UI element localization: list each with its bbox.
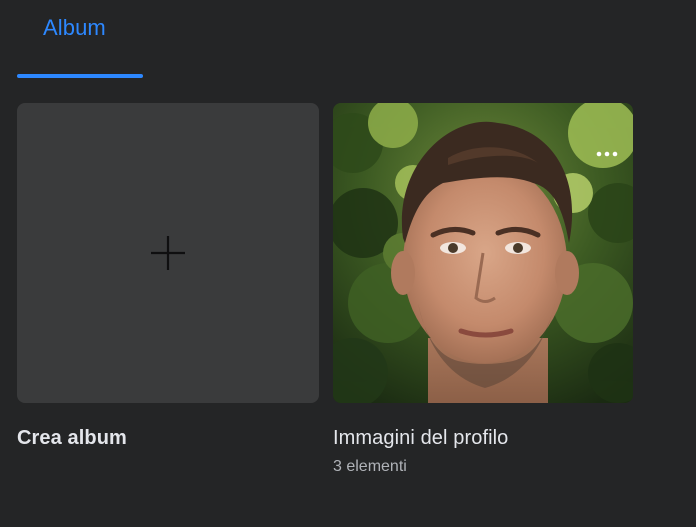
create-album-tile[interactable] [17,103,319,403]
profile-album-title[interactable]: Immagini del profilo [333,427,635,450]
albums-page: Album Crea album Immagini del profilo 3 … [0,0,696,527]
portrait-photo [333,103,633,403]
tab-active-indicator [17,74,143,78]
create-album-label[interactable]: Crea album [17,427,319,450]
plus-icon [151,236,185,270]
tab-album-label: Album [43,15,106,40]
create-album-card[interactable]: Crea album [17,103,319,450]
tab-album[interactable]: Album [17,0,143,78]
album-options-button[interactable] [591,145,623,163]
profile-album-item-count: 3 elementi [333,458,407,475]
more-horizontal-icon [596,151,618,157]
profile-pictures-album-card[interactable]: Immagini del profilo 3 elementi [333,103,635,476]
profile-album-cover-photo[interactable] [333,103,633,403]
